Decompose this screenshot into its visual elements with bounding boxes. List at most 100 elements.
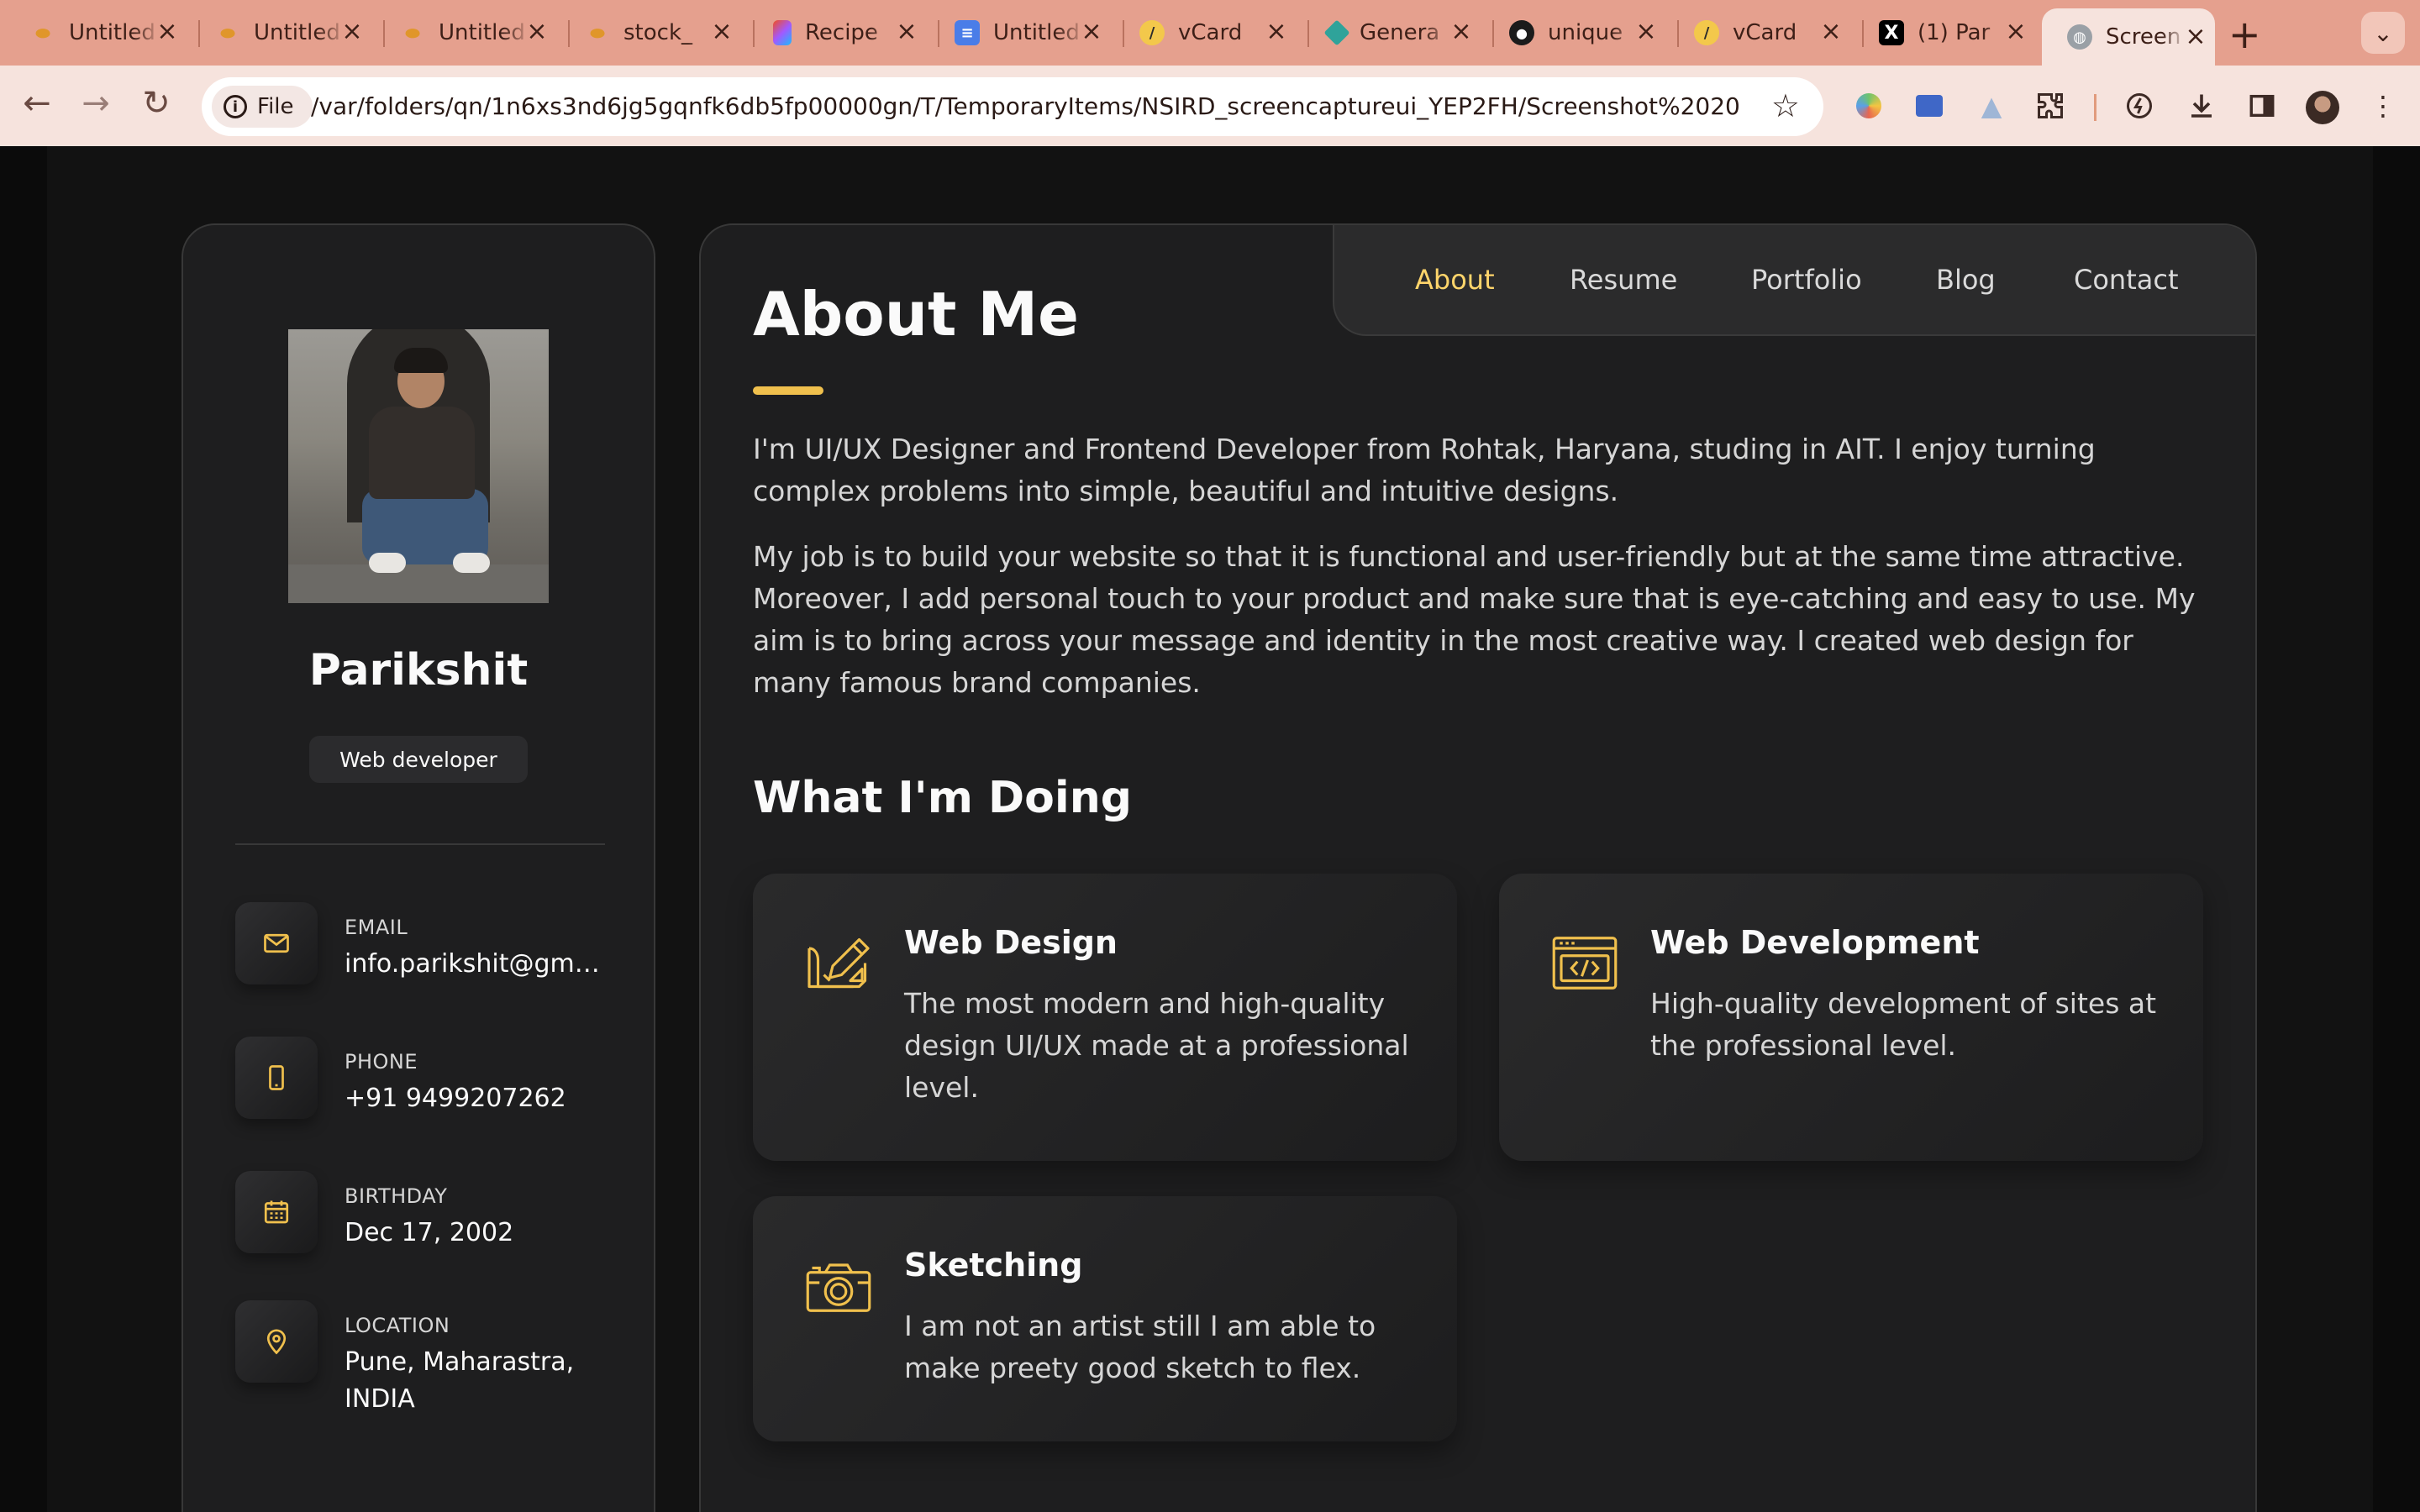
divider xyxy=(235,843,605,845)
figma-file-icon: ⬬ xyxy=(590,23,605,43)
close-icon[interactable]: × xyxy=(708,17,736,46)
new-tab-button[interactable]: + xyxy=(2228,12,2261,57)
service-title: Web Design xyxy=(904,924,1118,961)
browser-tab[interactable]: ⬬ Untitled × xyxy=(30,15,182,50)
address-bar[interactable]: i File /var/folders/qn/1n6xs3nd6jg5gqnfk… xyxy=(202,77,1823,136)
close-icon[interactable]: × xyxy=(2002,17,2030,46)
profile-avatar[interactable] xyxy=(2306,91,2339,124)
nav-resume[interactable]: Resume xyxy=(1570,264,1677,296)
extension-colorful-icon[interactable] xyxy=(1852,89,1886,123)
google-docs-icon: ≡ xyxy=(955,20,980,45)
github-icon: ● xyxy=(1509,20,1534,45)
services-title: What I'm Doing xyxy=(753,773,1132,823)
design-tools-icon xyxy=(808,937,870,989)
browser-tab[interactable]: ⬬ stock_ × xyxy=(585,15,736,50)
close-icon[interactable]: × xyxy=(1632,17,1660,46)
contact-label: PHONE xyxy=(345,1050,418,1074)
close-icon[interactable]: × xyxy=(1262,17,1291,46)
vcard-icon: / xyxy=(1139,20,1165,45)
phone-link[interactable]: +91 9499207262 xyxy=(345,1080,613,1117)
browser-tab[interactable]: X (1) Par × xyxy=(1879,15,2030,50)
browser-tab[interactable]: / vCard × xyxy=(1139,15,1291,50)
calendar-icon xyxy=(235,1171,318,1253)
mail-icon xyxy=(235,902,318,984)
forward-button[interactable]: → xyxy=(72,84,119,123)
about-article: About Resume Portfolio Blog Contact Abou… xyxy=(699,223,2257,1512)
performance-icon[interactable] xyxy=(2123,89,2156,123)
service-title: Web Development xyxy=(1650,924,1980,961)
browser-tab-active[interactable]: ◍ Screen × xyxy=(2042,8,2215,66)
service-text: I am not an artist still I am able to ma… xyxy=(904,1310,1376,1384)
contact-label: LOCATION xyxy=(345,1314,450,1337)
service-text: The most modern and high-quality design … xyxy=(904,987,1409,1104)
service-card-web-development: Web Development High-quality development… xyxy=(1499,874,2203,1161)
extensions-puzzle-icon[interactable] xyxy=(2033,89,2067,123)
title-underline xyxy=(753,386,823,395)
birthday-value: Dec 17, 2002 xyxy=(345,1218,514,1247)
figma-file-icon: ⬬ xyxy=(35,23,50,43)
browser-tab[interactable]: ⬬ Untitled × xyxy=(215,15,366,50)
tab-search-button[interactable]: ⌄ xyxy=(2361,12,2405,54)
browser-tab[interactable]: Recipe × xyxy=(770,15,921,50)
phone-icon xyxy=(235,1037,318,1119)
diamond-icon xyxy=(1323,19,1350,46)
location-pin-icon xyxy=(235,1300,318,1383)
contact-label: BIRTHDAY xyxy=(345,1184,448,1208)
more-menu-icon[interactable]: ⋮ xyxy=(2366,89,2400,123)
nav-portfolio[interactable]: Portfolio xyxy=(1751,264,1862,296)
globe-icon: ◍ xyxy=(2067,24,2092,50)
close-icon[interactable]: × xyxy=(1447,17,1476,46)
site-info-chip[interactable]: i File xyxy=(212,86,313,128)
side-panel-icon[interactable] xyxy=(2245,89,2279,123)
download-icon[interactable] xyxy=(2185,89,2218,123)
page-title: About Me xyxy=(753,279,1079,349)
service-card-web-design: Web Design The most modern and high-qual… xyxy=(753,874,1457,1161)
extension-triangle-icon[interactable]: ▲ xyxy=(1975,89,2008,123)
figma-file-icon: ⬬ xyxy=(220,23,235,43)
url-text[interactable]: /var/folders/qn/1n6xs3nd6jg5gqnfk6db5fp0… xyxy=(311,92,1739,123)
service-text: High-quality development of sites at the… xyxy=(1650,987,2157,1062)
browser-tab[interactable]: ≡ Untitled × xyxy=(955,15,1106,50)
browser-tab[interactable]: / vCard × xyxy=(1694,15,1845,50)
contact-location: LOCATION Pune, Maharastra, INDIA xyxy=(235,1300,605,1414)
contact-birthday: BIRTHDAY Dec 17, 2002 xyxy=(235,1171,605,1263)
service-title: Sketching xyxy=(904,1247,1083,1284)
code-window-icon xyxy=(1552,937,1618,990)
close-icon[interactable]: × xyxy=(2181,22,2210,51)
close-icon[interactable]: × xyxy=(1077,17,1106,46)
contact-email: EMAIL info.parikshit@gmail... xyxy=(235,902,613,995)
nav-contact[interactable]: Contact xyxy=(2074,264,2179,296)
contact-phone: PHONE +91 9499207262 xyxy=(235,1037,605,1129)
location-value: Pune, Maharastra, INDIA xyxy=(345,1347,575,1414)
back-button[interactable]: ← xyxy=(13,84,60,123)
camera-icon xyxy=(806,1263,871,1312)
email-link[interactable]: info.parikshit@gmail... xyxy=(345,946,613,983)
about-paragraph: I'm UI/UX Designer and Frontend Develope… xyxy=(753,433,2096,507)
figma-file-icon: ⬬ xyxy=(405,23,420,43)
close-icon[interactable]: × xyxy=(338,17,366,46)
close-icon[interactable]: × xyxy=(523,17,551,46)
browser-toolbar: ← → ↻ i File /var/folders/qn/1n6xs3nd6jg… xyxy=(0,66,2420,146)
browser-tab[interactable]: ⬬ Untitled × xyxy=(400,15,551,50)
browser-tab-bar: ⬬ Untitled × ⬬ Untitled × ⬬ Untitled × ⬬… xyxy=(0,0,2420,66)
nav-about[interactable]: About xyxy=(1415,264,1495,296)
close-icon[interactable]: × xyxy=(1817,17,1845,46)
close-icon[interactable]: × xyxy=(892,17,921,46)
reload-button[interactable]: ↻ xyxy=(133,84,180,123)
x-icon: X xyxy=(1879,20,1904,45)
browser-tab[interactable]: Genera × xyxy=(1323,15,1476,50)
page-viewport: Parikshit Web developer EMAIL info.parik… xyxy=(0,146,2420,1512)
profile-name: Parikshit xyxy=(308,645,529,696)
info-icon: i xyxy=(224,95,247,118)
contact-label: EMAIL xyxy=(345,916,408,939)
browser-tab[interactable]: ● unique × xyxy=(1509,15,1660,50)
role-badge: Web developer xyxy=(309,736,528,783)
profile-sidebar: Parikshit Web developer EMAIL info.parik… xyxy=(182,223,655,1512)
profile-photo xyxy=(288,329,549,603)
figma-icon xyxy=(773,20,792,45)
close-icon[interactable]: × xyxy=(153,17,182,46)
top-navbar: About Resume Portfolio Blog Contact xyxy=(1333,225,2255,336)
extension-translate-icon[interactable] xyxy=(1912,89,1946,123)
bookmark-star-icon[interactable]: ☆ xyxy=(1771,87,1800,124)
nav-blog[interactable]: Blog xyxy=(1936,264,1996,296)
